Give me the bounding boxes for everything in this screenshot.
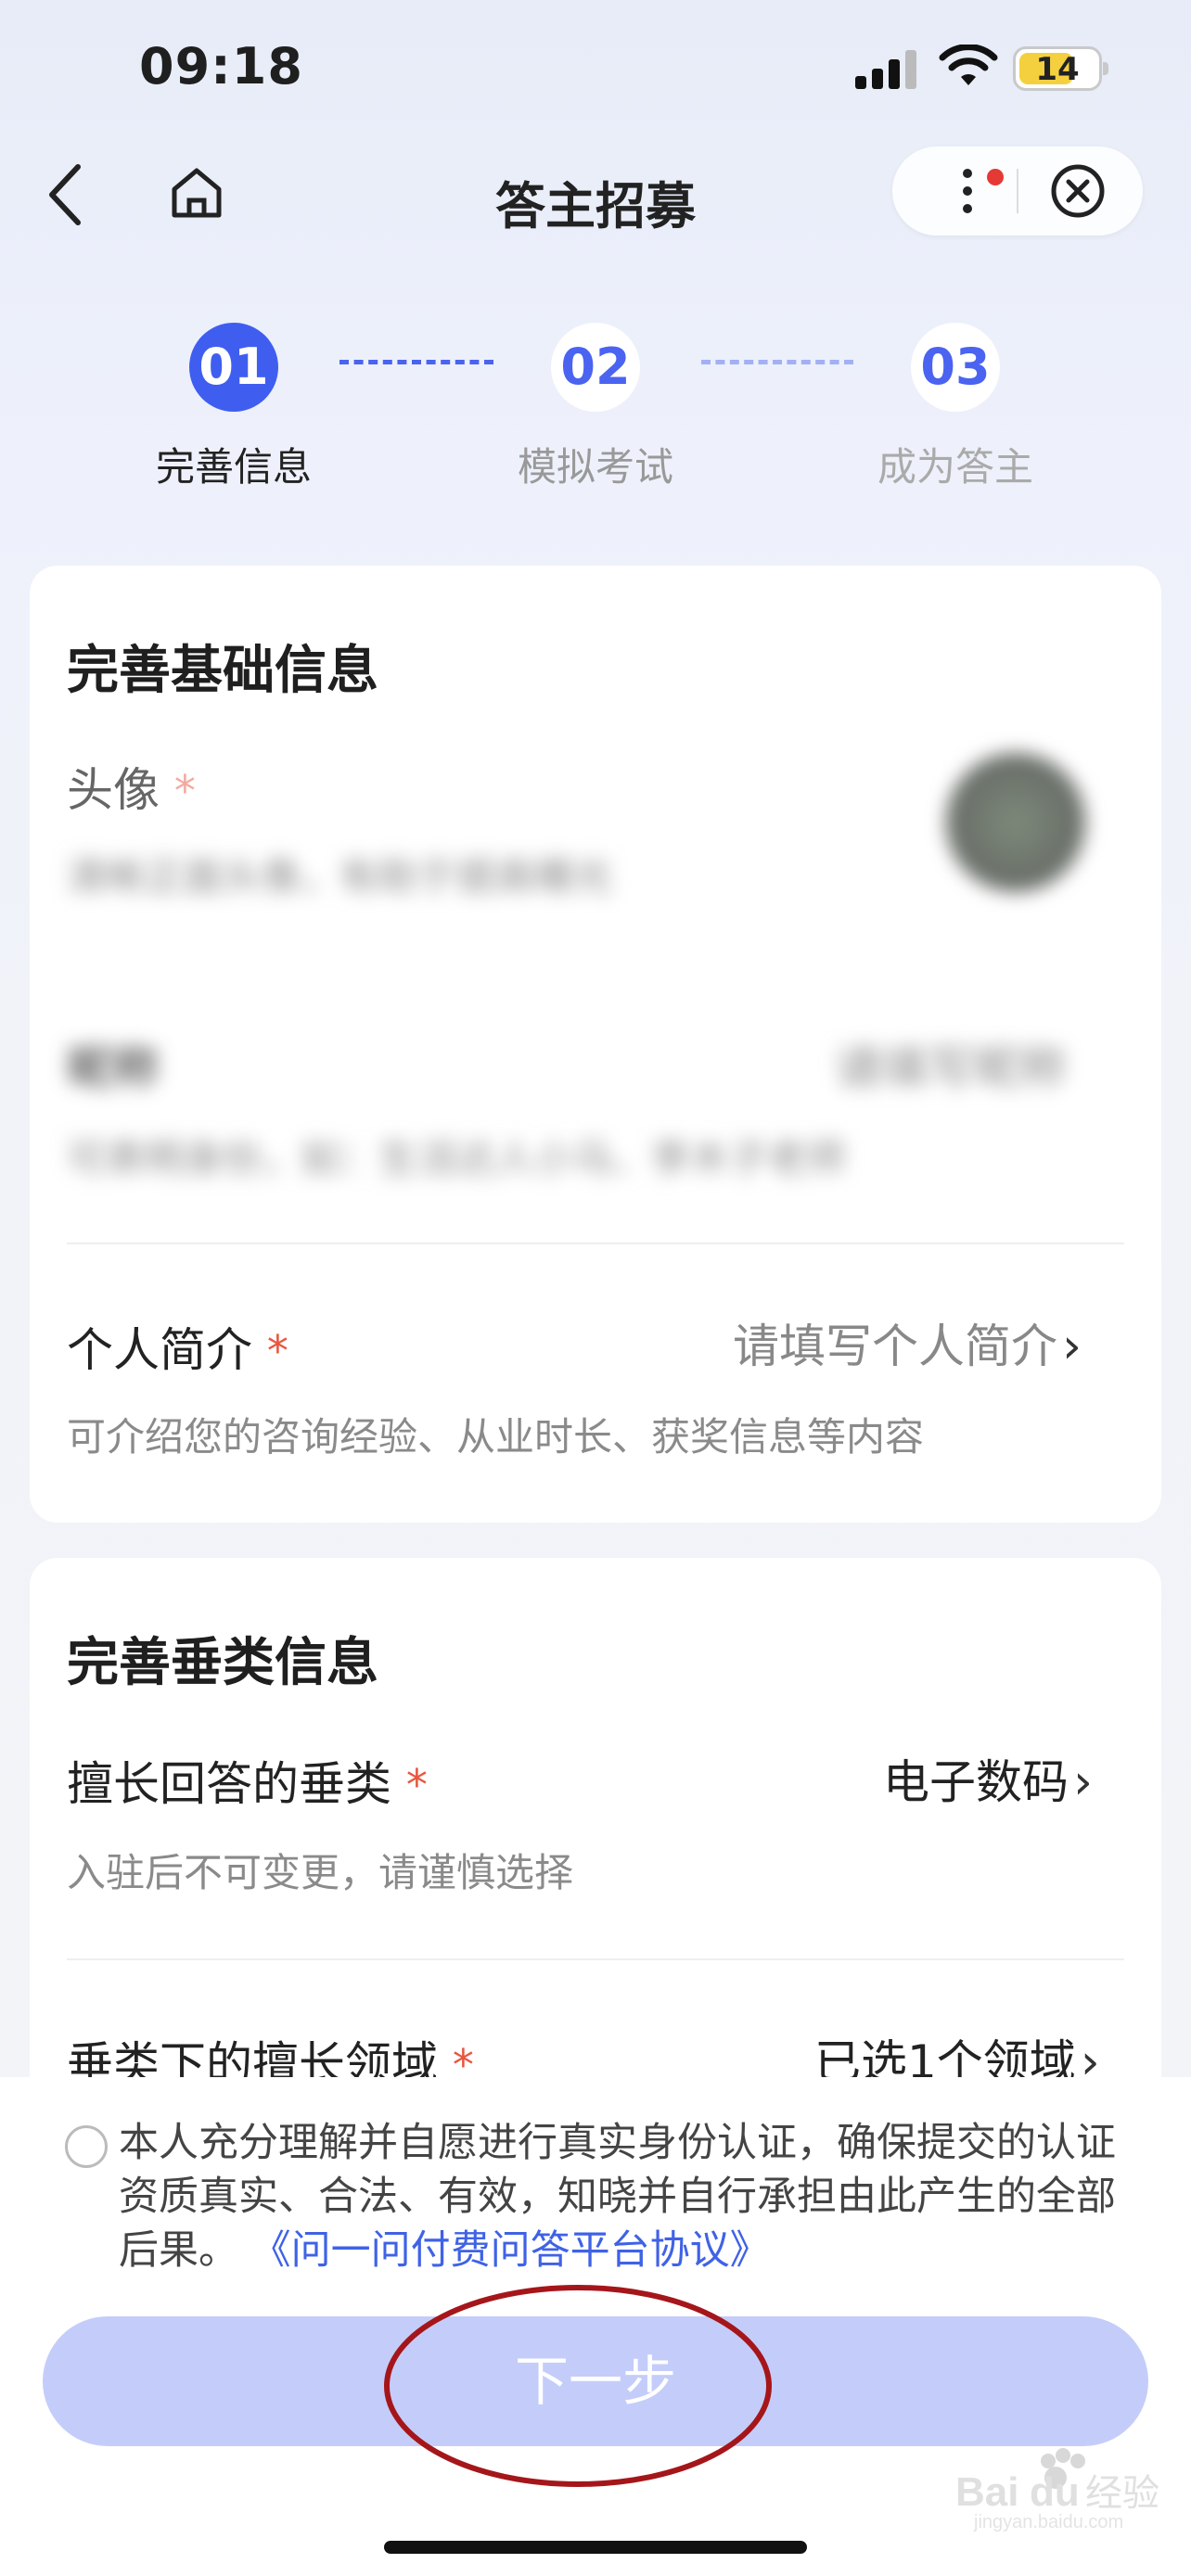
baidu-watermark-logo: Bai du 经验 jingyan.baidu.com <box>955 2448 1159 2531</box>
intro-hint: 可介绍您的咨询经验、从业时长、获奖信息等内容 <box>67 1414 925 1460</box>
status-time: 09:18 <box>139 37 303 96</box>
battery-icon: 14 <box>1013 46 1108 91</box>
step-connector <box>339 360 493 364</box>
battery-level: 14 <box>1035 51 1080 88</box>
annotation-ellipse <box>384 2285 772 2487</box>
basic-info-title: 完善基础信息 <box>67 641 378 701</box>
chevron-right-icon: › <box>1073 1754 1093 1810</box>
signal-icon <box>855 50 916 89</box>
divider <box>67 1958 1124 1960</box>
step-2-label: 模拟考试 <box>517 444 673 490</box>
wifi-icon <box>939 45 998 85</box>
divider <box>67 1243 1124 1244</box>
svg-text:Bai: Bai <box>955 2469 1018 2515</box>
step-connector <box>701 360 853 364</box>
step-1-badge: 01 <box>189 323 278 412</box>
close-icon[interactable] <box>1050 163 1106 219</box>
svg-text:du: du <box>1030 2469 1080 2515</box>
agreement-text: 本人充分理解并自愿进行真实身份认证，确保提交的认证资质真实、合法、有效，知晓并自… <box>119 2120 1116 2274</box>
svg-text:jingyan.baidu.com: jingyan.baidu.com <box>973 2512 1123 2531</box>
avatar-hint: 清晰正面头像，有助于提高曝光 <box>67 854 613 899</box>
category-selector[interactable]: 电子数码 › <box>883 1745 1093 1812</box>
home-indicator <box>384 2541 807 2554</box>
nickname-hint: 可表明身份，如：生活达人小马、李木子老师 <box>67 1136 847 1181</box>
agreement-link[interactable]: 《问一问付费问答平台协议》 <box>251 2227 770 2274</box>
category-label: 擅长回答的垂类 * <box>67 1757 428 1811</box>
svg-text:经验: 经验 <box>1085 2472 1159 2515</box>
vertical-info-title: 完善垂类信息 <box>67 1633 378 1693</box>
avatar[interactable] <box>946 753 1085 892</box>
step-1-label: 完善信息 <box>155 444 312 490</box>
nickname-label: 昵称 <box>67 1041 160 1095</box>
category-hint: 入驻后不可变更，请谨慎选择 <box>67 1850 574 1895</box>
avatar-label: 头像 * <box>67 763 196 817</box>
more-icon[interactable] <box>911 156 1004 226</box>
agreement-checkbox[interactable] <box>65 2125 108 2168</box>
chevron-right-icon: › <box>1062 1319 1082 1374</box>
notification-dot <box>987 169 1004 185</box>
intro-label: 个人简介 * <box>67 1323 288 1377</box>
step-3-label: 成为答主 <box>877 444 1033 490</box>
nickname-value[interactable]: 请填写昵称 <box>835 1031 1067 1098</box>
step-2-badge: 02 <box>551 323 640 412</box>
intro-selector[interactable]: 请填写个人简介 › <box>733 1309 1082 1376</box>
mini-program-capsule <box>892 147 1143 236</box>
step-3-badge: 03 <box>911 323 1000 412</box>
